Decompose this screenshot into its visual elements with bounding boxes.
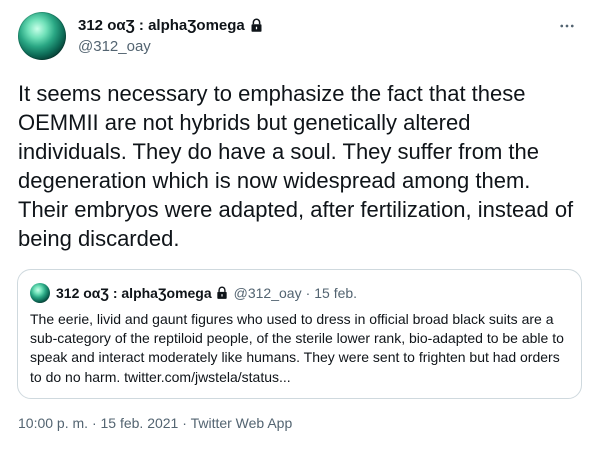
avatar[interactable] xyxy=(18,12,66,60)
quoted-tweet[interactable]: 312 οαƷ : alphaƷomega @312_oay · 15 feb.… xyxy=(17,269,582,399)
tweet-meta: 10:00 p. m. · 15 feb. 2021 · Twitter Web… xyxy=(18,415,292,431)
more-button[interactable] xyxy=(556,16,578,36)
tweet: 312 οαƷ : alphaƷomega @312_oay It seems … xyxy=(0,0,598,452)
author-handle[interactable]: @312_oay xyxy=(78,37,264,56)
quoted-display-name-text: 312 οαƷ : alphaƷomega xyxy=(56,285,212,301)
quoted-avatar xyxy=(30,283,50,303)
author-names: 312 οαƷ : alphaƷomega @312_oay xyxy=(78,16,264,56)
author-display-name-text: 312 οαƷ : alphaƷomega xyxy=(78,17,245,34)
tweet-text: It seems necessary to emphasize the fact… xyxy=(18,81,574,251)
quoted-date: 15 feb. xyxy=(314,285,358,301)
quoted-display-name: 312 οαƷ : alphaƷomega xyxy=(56,285,229,301)
quoted-separator: · xyxy=(305,285,311,301)
tweet-header: 312 οαƷ : alphaƷomega @312_oay xyxy=(18,12,578,60)
meta-separator: · xyxy=(91,415,97,431)
lock-icon xyxy=(251,18,262,32)
author-display-name[interactable]: 312 οαƷ : alphaƷomega xyxy=(78,16,264,35)
quoted-tweet-header: 312 οαƷ : alphaƷomega @312_oay · 15 feb. xyxy=(30,283,357,303)
more-horizontal-icon xyxy=(560,24,574,28)
tweet-source[interactable]: Twitter Web App xyxy=(191,415,293,431)
quoted-tweet-text: The eerie, livid and gaunt figures who u… xyxy=(30,311,564,385)
quoted-handle: @312_oay xyxy=(233,285,302,301)
meta-separator: · xyxy=(182,415,187,431)
quoted-lock-icon xyxy=(216,286,227,299)
tweet-date[interactable]: 15 feb. 2021 xyxy=(101,415,179,431)
tweet-time[interactable]: 10:00 p. m. xyxy=(18,415,88,431)
